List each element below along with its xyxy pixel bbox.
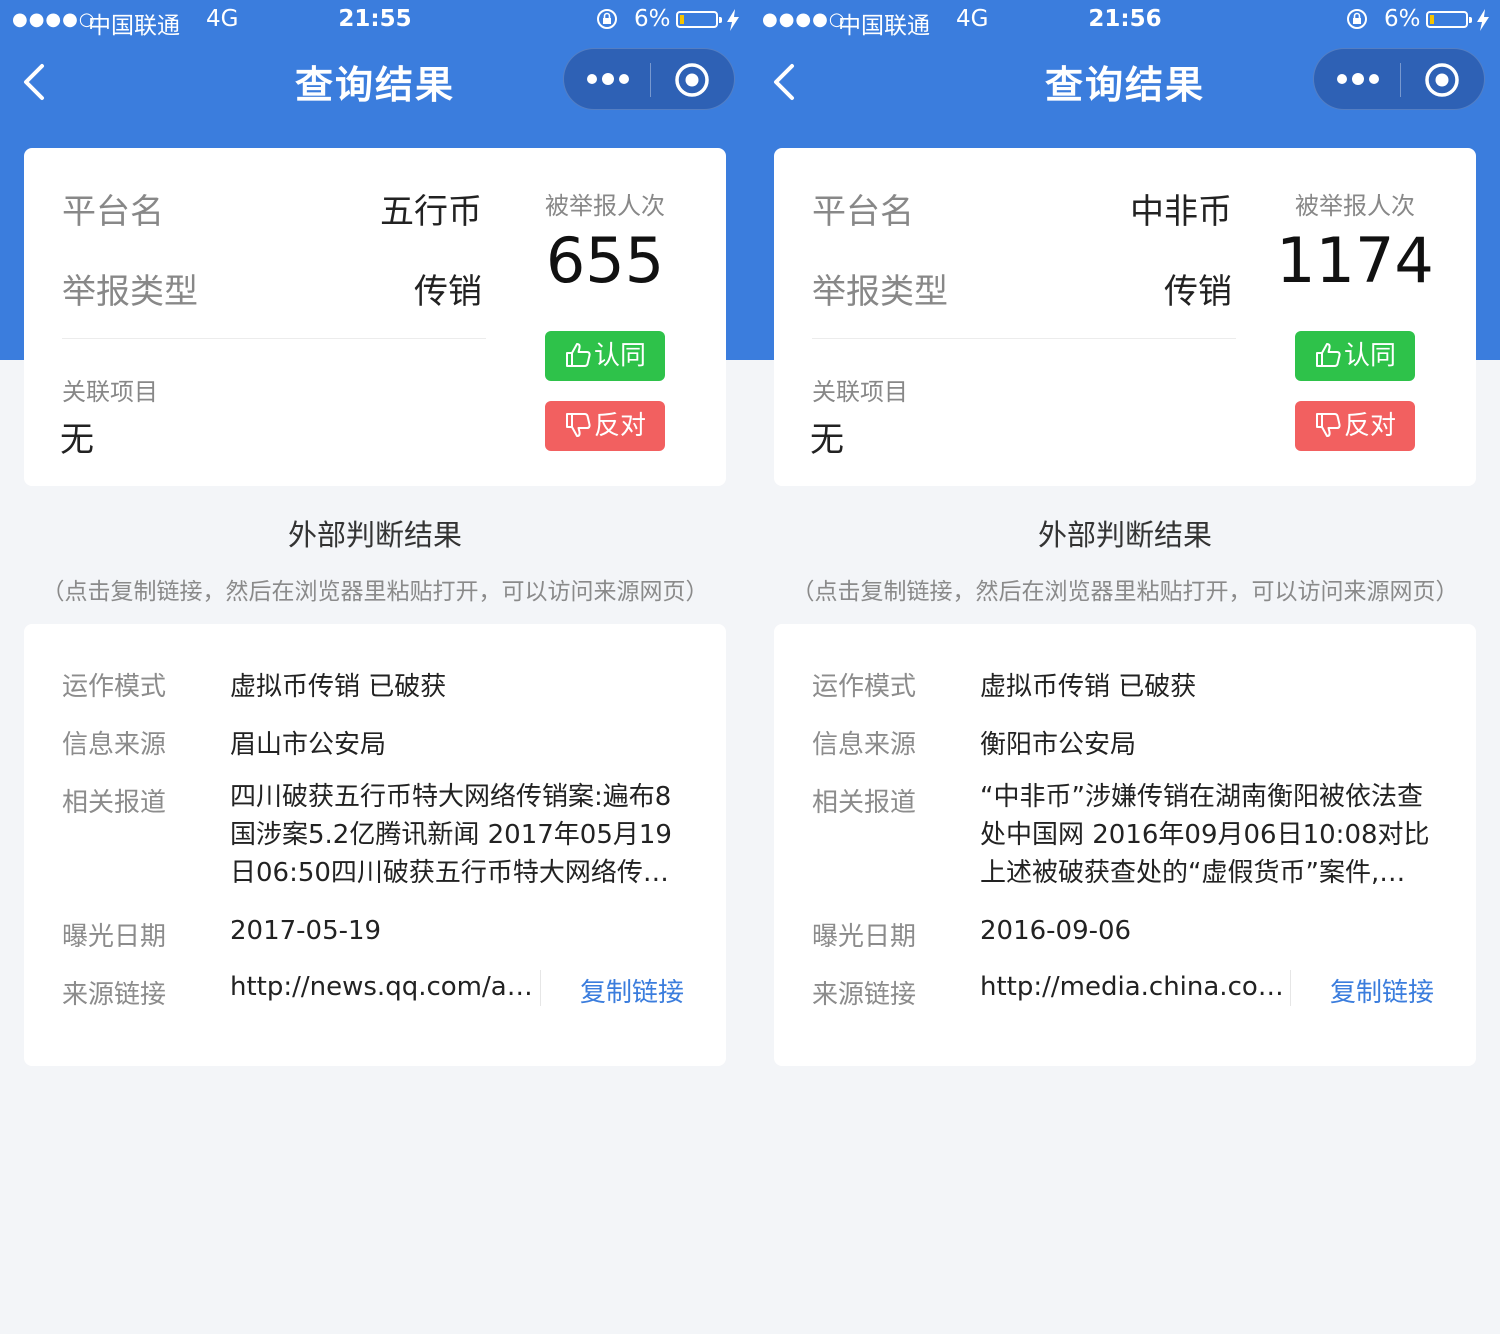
nav-bar: 查询结果	[0, 46, 750, 116]
status-bar: ●●●●○ 中国联通 4G 21:55 6%	[0, 0, 750, 40]
source-link-value: http://news.qq.com/a…	[230, 972, 533, 1002]
battery-percent: 6%	[1384, 6, 1421, 32]
capsule-divider	[1400, 63, 1401, 97]
report-type-value: 传销	[1164, 272, 1232, 312]
reported-count-label: 被举报人次	[1295, 192, 1415, 220]
platform-value: 中非币	[1130, 192, 1232, 232]
operation-mode-label: 运作模式	[62, 672, 167, 702]
reported-count: 1174	[1276, 224, 1434, 297]
oppose-label: 反对	[593, 411, 646, 441]
related-news-label: 相关报道	[812, 788, 917, 818]
external-result-title: 外部判断结果	[1037, 518, 1212, 552]
source-link-value: http://media.china.co…	[980, 972, 1284, 1002]
platform-value: 五行币	[380, 192, 482, 232]
source-link-label: 来源链接	[62, 980, 167, 1010]
info-source-label: 信息来源	[812, 730, 917, 760]
copy-link-button[interactable]: 复制链接	[580, 972, 684, 1009]
source-link-label: 来源链接	[812, 980, 917, 1010]
operation-mode-value: 虚拟币传销 已破获	[230, 672, 447, 702]
more-dots-icon[interactable]	[586, 71, 630, 87]
card-divider	[62, 338, 486, 339]
exposure-date-label: 曝光日期	[62, 922, 167, 952]
charging-bolt-icon	[1477, 9, 1489, 31]
related-project-label: 关联项目	[62, 378, 158, 406]
related-project-value: 无	[810, 420, 844, 460]
platform-card: 平台名 五行币 举报类型 传销 关联项目 无 被举报人次 655 认同 反对	[24, 148, 726, 486]
related-project-label: 关联项目	[812, 378, 908, 406]
external-result-title: 外部判断结果	[287, 518, 462, 552]
rotation-lock-icon	[597, 9, 617, 29]
info-source-value: 眉山市公安局	[230, 730, 387, 760]
oppose-button[interactable]: 反对	[1295, 401, 1415, 451]
capsule-divider	[650, 63, 651, 97]
exposure-date-value: 2017-05-19	[230, 916, 382, 946]
platform-card: 平台名 中非币 举报类型 传销 关联项目 无 被举报人次 1174 认同 反对	[774, 148, 1476, 486]
nav-bar: 查询结果	[750, 46, 1500, 116]
related-news-value: “中非币”涉嫌传销在湖南衡阳被依法查处中国网 2016年09月06日10:08对…	[980, 782, 1430, 888]
related-news-label: 相关报道	[62, 788, 167, 818]
target-icon[interactable]	[674, 62, 710, 98]
report-type-value: 传销	[414, 272, 482, 312]
thumbs-up-icon	[1315, 343, 1341, 367]
agree-button[interactable]: 认同	[545, 331, 665, 381]
target-icon[interactable]	[1424, 62, 1460, 98]
reported-count-label: 被举报人次	[545, 192, 665, 220]
info-source-label: 信息来源	[62, 730, 167, 760]
miniprogram-capsule	[563, 48, 735, 110]
oppose-label: 反对	[1343, 411, 1396, 441]
thumbs-up-icon	[565, 343, 591, 367]
battery-icon	[676, 11, 722, 28]
card-divider	[812, 338, 1236, 339]
report-type-label: 举报类型	[62, 272, 198, 312]
related-news-value: 四川破获五行币特大网络传销案:遍布8国涉案5.2亿腾讯新闻 2017年05月19…	[230, 782, 672, 888]
exposure-date-value: 2016-09-06	[980, 916, 1132, 946]
thumbs-down-icon	[1315, 413, 1341, 437]
platform-label: 平台名	[812, 192, 914, 232]
link-divider	[540, 970, 541, 1006]
battery-percent: 6%	[634, 6, 671, 32]
operation-mode-label: 运作模式	[812, 672, 917, 702]
oppose-button[interactable]: 反对	[545, 401, 665, 451]
agree-label: 认同	[593, 341, 646, 371]
status-bar: ●●●●○ 中国联通 4G 21:56 6%	[750, 0, 1500, 40]
more-dots-icon[interactable]	[1336, 71, 1380, 87]
related-project-value: 无	[60, 420, 94, 460]
exposure-date-label: 曝光日期	[812, 922, 917, 952]
rotation-lock-icon	[1347, 9, 1367, 29]
agree-button[interactable]: 认同	[1295, 331, 1415, 381]
thumbs-down-icon	[565, 413, 591, 437]
screen-left: ●●●●○ 中国联通 4G 21:55 6% 查询结果 平台名 五行币 举报类型…	[0, 0, 750, 1334]
report-type-label: 举报类型	[812, 272, 948, 312]
reported-count: 655	[545, 224, 665, 297]
external-result-hint: （点击复制链接，然后在浏览器里粘贴打开，可以访问来源网页）	[791, 579, 1459, 605]
operation-mode-value: 虚拟币传销 已破获	[980, 672, 1197, 702]
miniprogram-capsule	[1313, 48, 1485, 110]
external-result-hint: （点击复制链接，然后在浏览器里粘贴打开，可以访问来源网页）	[41, 579, 709, 605]
external-result-card: 运作模式 虚拟币传销 已破获 信息来源 眉山市公安局 相关报道 四川破获五行币特…	[24, 624, 726, 1066]
screen-right: ●●●●○ 中国联通 4G 21:56 6% 查询结果 平台名 中非币 举报类型…	[750, 0, 1500, 1334]
copy-link-button[interactable]: 复制链接	[1330, 972, 1434, 1009]
battery-icon	[1426, 11, 1472, 28]
external-result-card: 运作模式 虚拟币传销 已破获 信息来源 衡阳市公安局 相关报道 “中非币”涉嫌传…	[774, 624, 1476, 1066]
link-divider	[1290, 970, 1291, 1006]
agree-label: 认同	[1343, 341, 1396, 371]
charging-bolt-icon	[727, 9, 739, 31]
platform-label: 平台名	[62, 192, 164, 232]
info-source-value: 衡阳市公安局	[980, 730, 1137, 760]
